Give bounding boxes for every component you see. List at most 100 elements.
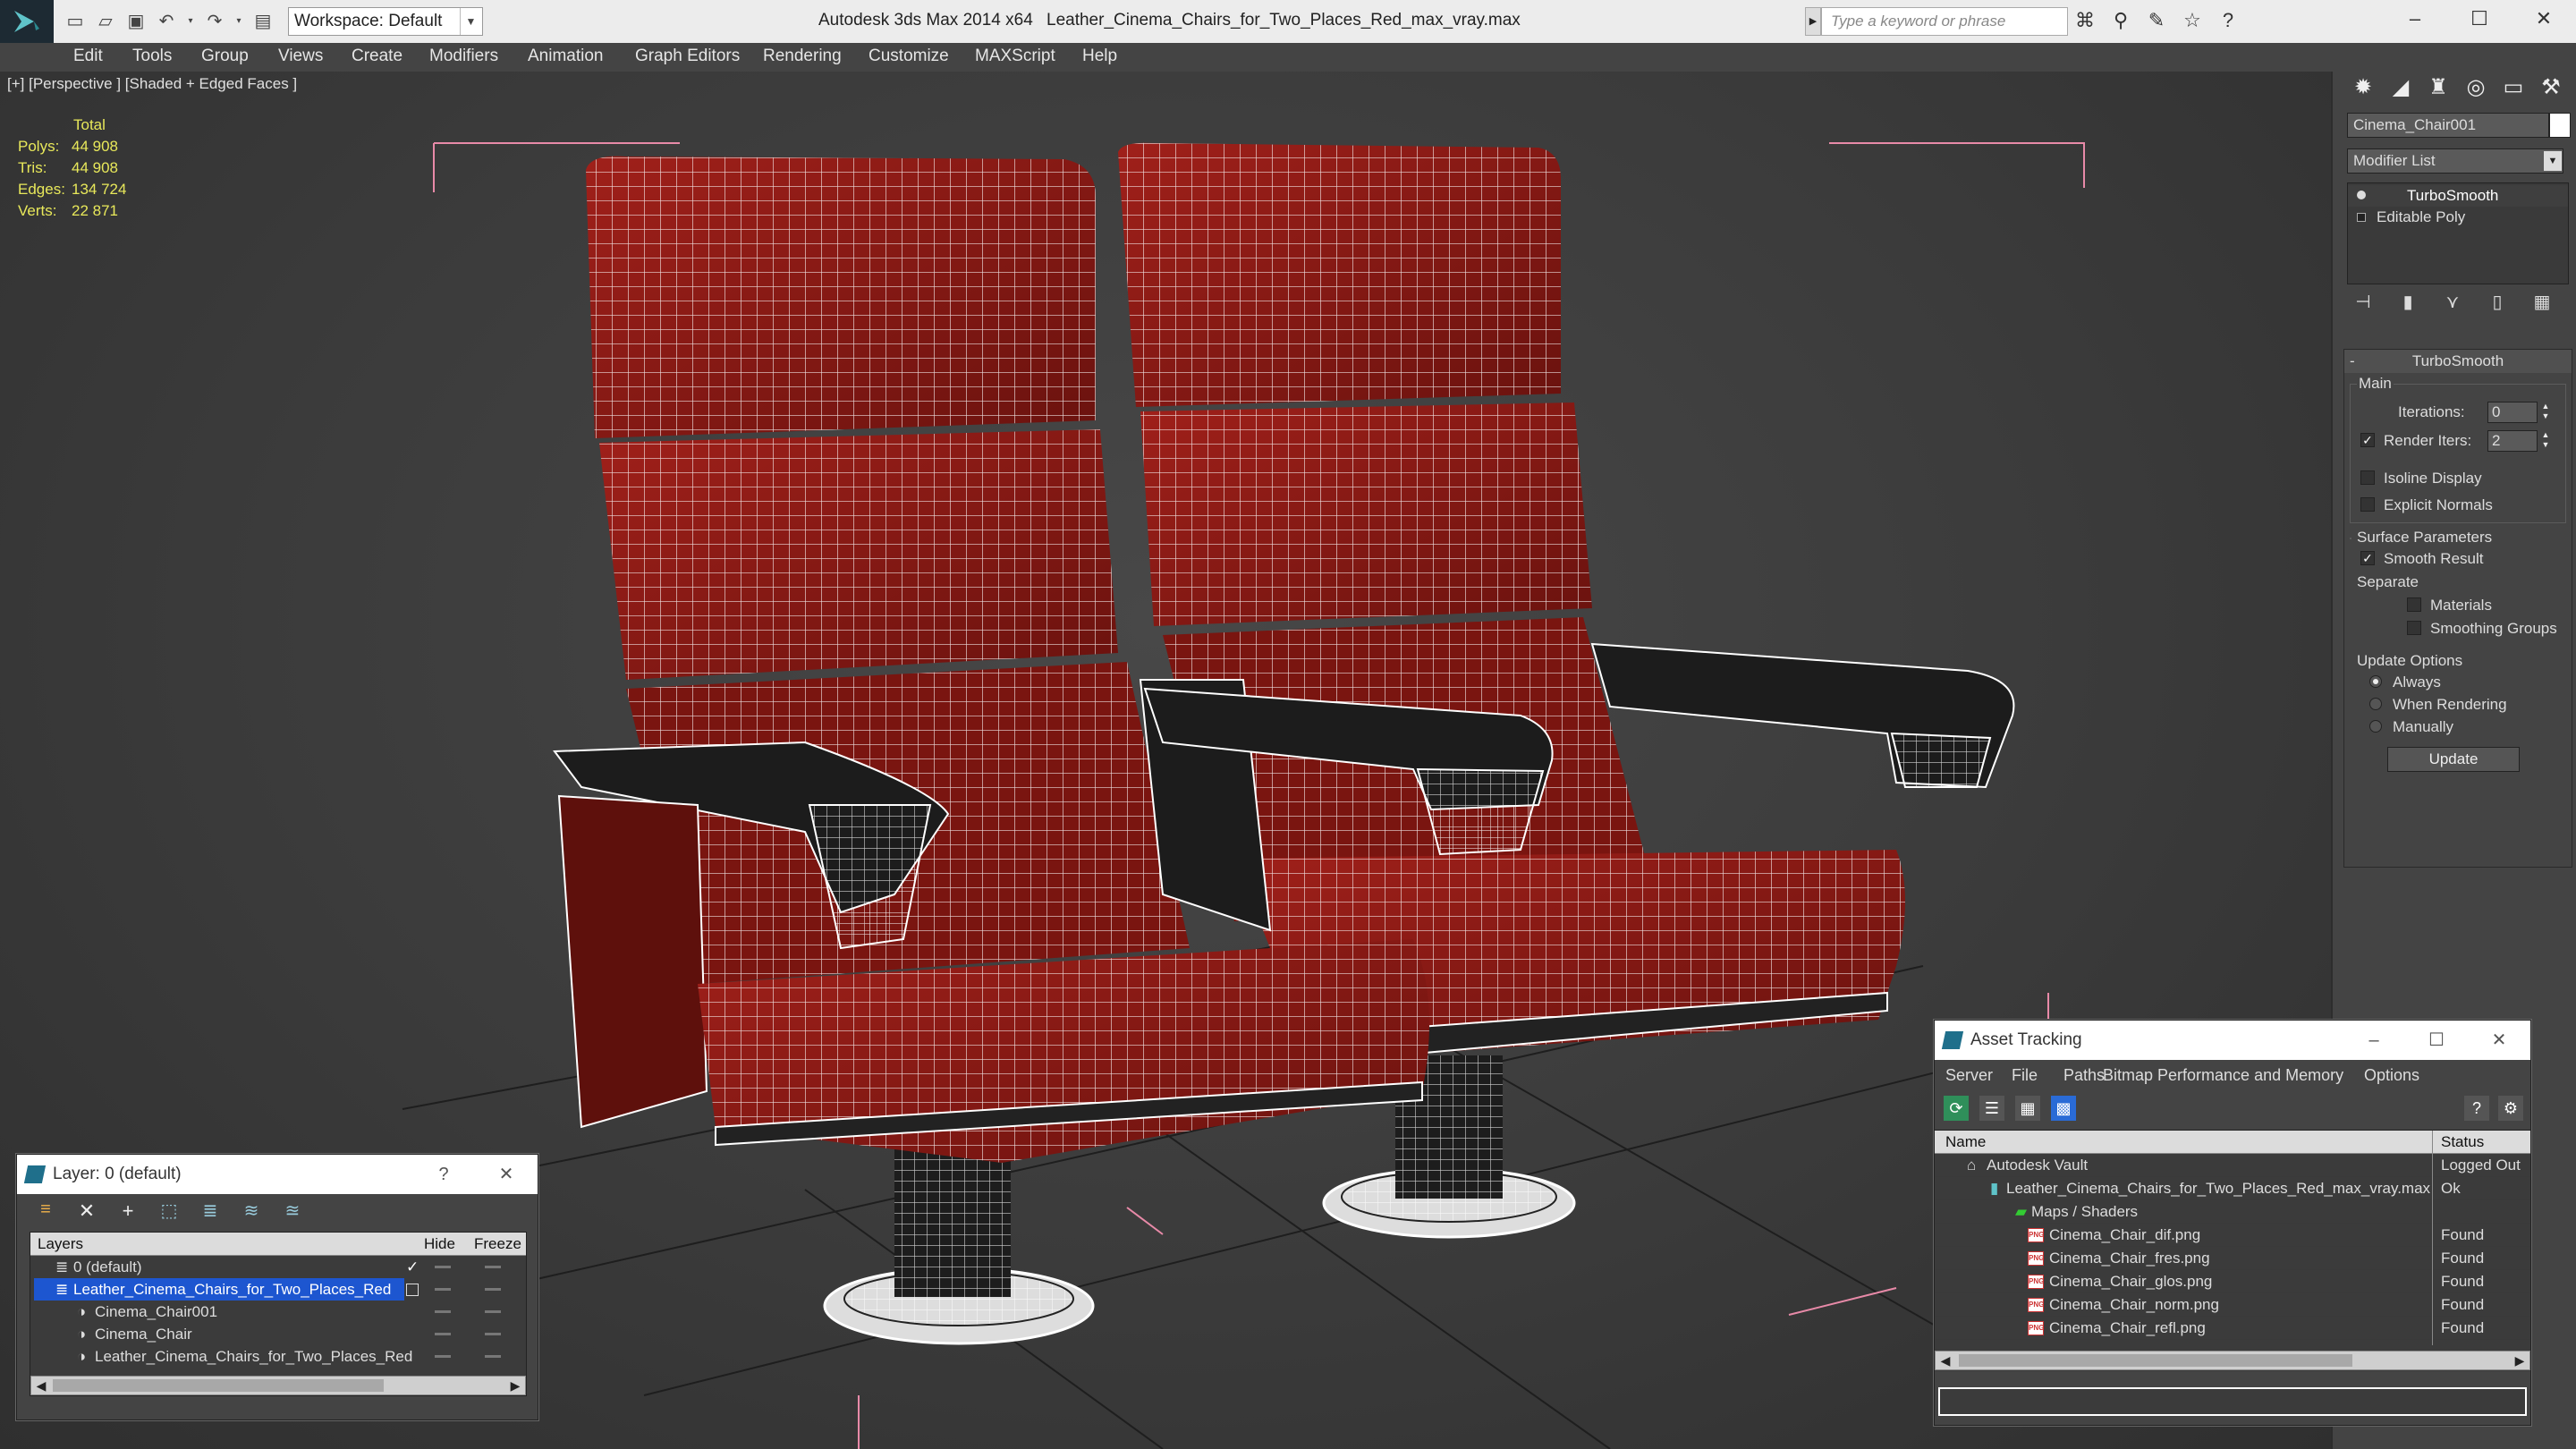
layer-row[interactable]: ◑ Cinema_Chair001 <box>30 1301 526 1323</box>
freeze-toggle[interactable] <box>485 1355 501 1358</box>
close-icon[interactable]: ✕ <box>475 1155 538 1194</box>
hide-toggle[interactable] <box>435 1310 451 1313</box>
scroll-left-icon[interactable]: ◀ <box>1936 1352 1955 1369</box>
tab-create-icon[interactable]: ✹ <box>2347 72 2379 104</box>
asset-row[interactable]: PNG Cinema_Chair_glos.png Found <box>1935 1270 2530 1293</box>
configure-modifier-sets-icon[interactable]: ▦ <box>2529 290 2555 315</box>
render-iters-checkbox[interactable]: ✓ <box>2360 433 2375 447</box>
lightbulb-icon[interactable] <box>2357 191 2366 199</box>
smooth-result-checkbox[interactable]: ✓ <box>2360 551 2375 565</box>
tab-hierarchy-icon[interactable]: ♜ <box>2422 72 2454 104</box>
search-expand-icon[interactable]: ▶ <box>1805 7 1821 36</box>
favorites-star-icon[interactable]: ☆ <box>2179 7 2206 34</box>
object-color-swatch[interactable] <box>2549 113 2571 138</box>
menu-views[interactable]: Views <box>278 47 323 66</box>
menu-rendering[interactable]: Rendering <box>763 47 842 66</box>
layer-row[interactable]: ◑ Leather_Cinema_Chairs_for_Two_Places_Re… <box>30 1345 526 1368</box>
collapse-icon[interactable]: - <box>2350 350 2355 373</box>
tab-display-icon[interactable]: ▭ <box>2497 72 2529 104</box>
save-file-icon[interactable]: ▣ <box>123 9 148 34</box>
layer-horizontal-scrollbar[interactable]: ◀ ▶ <box>30 1376 526 1395</box>
smoothing-groups-checkbox[interactable] <box>2407 621 2421 635</box>
grid-view-icon[interactable]: ▩ <box>2051 1096 2076 1121</box>
menu-create[interactable]: Create <box>352 47 402 66</box>
remove-modifier-icon[interactable]: ▯ <box>2485 290 2510 315</box>
asset-menu-options[interactable]: Options <box>2364 1060 2419 1090</box>
add-to-layer-icon[interactable]: + <box>115 1199 140 1224</box>
layer-row[interactable]: ◑ Cinema_Chair <box>30 1323 526 1345</box>
project-folder-icon[interactable]: ▤ <box>250 9 275 34</box>
isoline-checkbox[interactable] <box>2360 470 2375 485</box>
select-objects-icon[interactable]: ⬚ <box>157 1199 182 1224</box>
spinner-arrows-icon[interactable]: ▲ ▼ <box>2539 430 2552 452</box>
freeze-toggle[interactable] <box>485 1333 501 1335</box>
menu-group[interactable]: Group <box>201 47 249 66</box>
delete-layer-icon[interactable]: ✕ <box>74 1199 99 1224</box>
checkmark-icon[interactable]: ✓ <box>406 1256 419 1278</box>
asset-row[interactable]: ▰ Maps / Shaders <box>1935 1200 2530 1224</box>
materials-checkbox[interactable] <box>2407 597 2421 612</box>
workspace-dropdown[interactable]: Workspace: Default <box>288 7 483 36</box>
maximize-icon[interactable]: ☐ <box>2405 1021 2468 1060</box>
maximize-icon[interactable]: ☐ <box>2447 0 2512 38</box>
menu-animation[interactable]: Animation <box>528 47 604 66</box>
asset-menu-bitmap[interactable]: Bitmap Performance and Memory <box>2103 1060 2343 1090</box>
app-logo-button[interactable] <box>0 0 54 43</box>
close-icon[interactable]: ✕ <box>2468 1021 2530 1060</box>
asset-row[interactable]: PNG Cinema_Chair_fres.png Found <box>1935 1247 2530 1270</box>
minimize-icon[interactable]: – <box>2343 1021 2405 1060</box>
iterations-spinner[interactable]: 0 <box>2487 402 2538 423</box>
menu-maxscript[interactable]: MAXScript <box>975 47 1055 66</box>
menu-customize[interactable]: Customize <box>869 47 949 66</box>
pin-stack-icon[interactable]: ⊣ <box>2351 290 2376 315</box>
asset-horizontal-scrollbar[interactable]: ◀ ▶ <box>1935 1351 2530 1370</box>
menu-modifiers[interactable]: Modifiers <box>429 47 498 66</box>
minimize-icon[interactable]: – <box>2383 0 2447 38</box>
make-unique-icon[interactable]: ⋎ <box>2440 290 2465 315</box>
when-rendering-radio[interactable] <box>2369 698 2382 710</box>
asset-row[interactable]: PNG Cinema_Chair_refl.png Found <box>1935 1317 2530 1340</box>
column-hide[interactable]: Hide <box>424 1235 455 1253</box>
communication-icon[interactable]: ✎ <box>2143 7 2170 34</box>
freeze-toggle[interactable] <box>485 1288 501 1291</box>
list-view-icon[interactable]: ☰ <box>1979 1096 2004 1121</box>
highlight-layers-icon[interactable]: ≣ <box>198 1199 223 1224</box>
hide-toggle[interactable] <box>435 1355 451 1358</box>
asset-help-icon[interactable]: ? <box>2464 1096 2489 1121</box>
freeze-toggle[interactable] <box>485 1310 501 1313</box>
current-layer-box[interactable] <box>406 1284 419 1296</box>
layer-row[interactable]: ≣ 0 (default) ✓ <box>30 1256 526 1278</box>
hide-toggle[interactable] <box>435 1333 451 1335</box>
asset-settings-icon[interactable]: ⚙ <box>2498 1096 2523 1121</box>
close-icon[interactable]: ✕ <box>2512 0 2576 38</box>
asset-menu-file[interactable]: File <box>2012 1060 2038 1090</box>
asset-row[interactable]: PNG Cinema_Chair_dif.png Found <box>1935 1224 2530 1247</box>
explicit-normals-checkbox[interactable] <box>2360 497 2375 512</box>
help-icon[interactable]: ? <box>2215 7 2241 34</box>
scroll-right-icon[interactable]: ▶ <box>505 1377 525 1394</box>
search-input[interactable]: Type a keyword or phrase <box>1821 7 2068 36</box>
menu-graph-editors[interactable]: Graph Editors <box>635 47 740 66</box>
column-layers[interactable]: Layers <box>38 1235 83 1253</box>
asset-path-field[interactable] <box>1938 1387 2527 1416</box>
workspace-chevron-icon[interactable]: ▼ <box>460 8 481 35</box>
viewport-label[interactable]: [+] [Perspective ] [Shaded + Edged Faces… <box>7 75 297 93</box>
scroll-right-icon[interactable]: ▶ <box>2510 1352 2529 1369</box>
menu-edit[interactable]: Edit <box>73 47 103 66</box>
column-name[interactable]: Name <box>1945 1133 1986 1151</box>
undo-dropdown-icon[interactable]: ▾ <box>184 9 197 34</box>
update-button[interactable]: Update <box>2387 747 2520 772</box>
always-radio[interactable] <box>2369 675 2382 688</box>
asset-row[interactable]: PNG Cinema_Chair_norm.png Found <box>1935 1293 2530 1317</box>
object-name-field[interactable]: Cinema_Chair001 <box>2347 113 2549 138</box>
tab-modify-icon[interactable]: ◢ <box>2385 72 2417 104</box>
help-icon[interactable]: ? <box>412 1155 475 1194</box>
freeze-toggle[interactable] <box>485 1266 501 1268</box>
refresh-icon[interactable]: ⟳ <box>1944 1096 1969 1121</box>
expand-box-icon[interactable] <box>2357 213 2366 222</box>
freeze-all-layers-icon[interactable]: ≊ <box>280 1199 305 1224</box>
asset-row[interactable]: ⌂ Autodesk Vault Logged Out <box>1935 1154 2530 1177</box>
hide-all-layers-icon[interactable]: ≋ <box>239 1199 264 1224</box>
tab-utilities-icon[interactable]: ⚒ <box>2535 72 2567 104</box>
hide-toggle[interactable] <box>435 1266 451 1268</box>
